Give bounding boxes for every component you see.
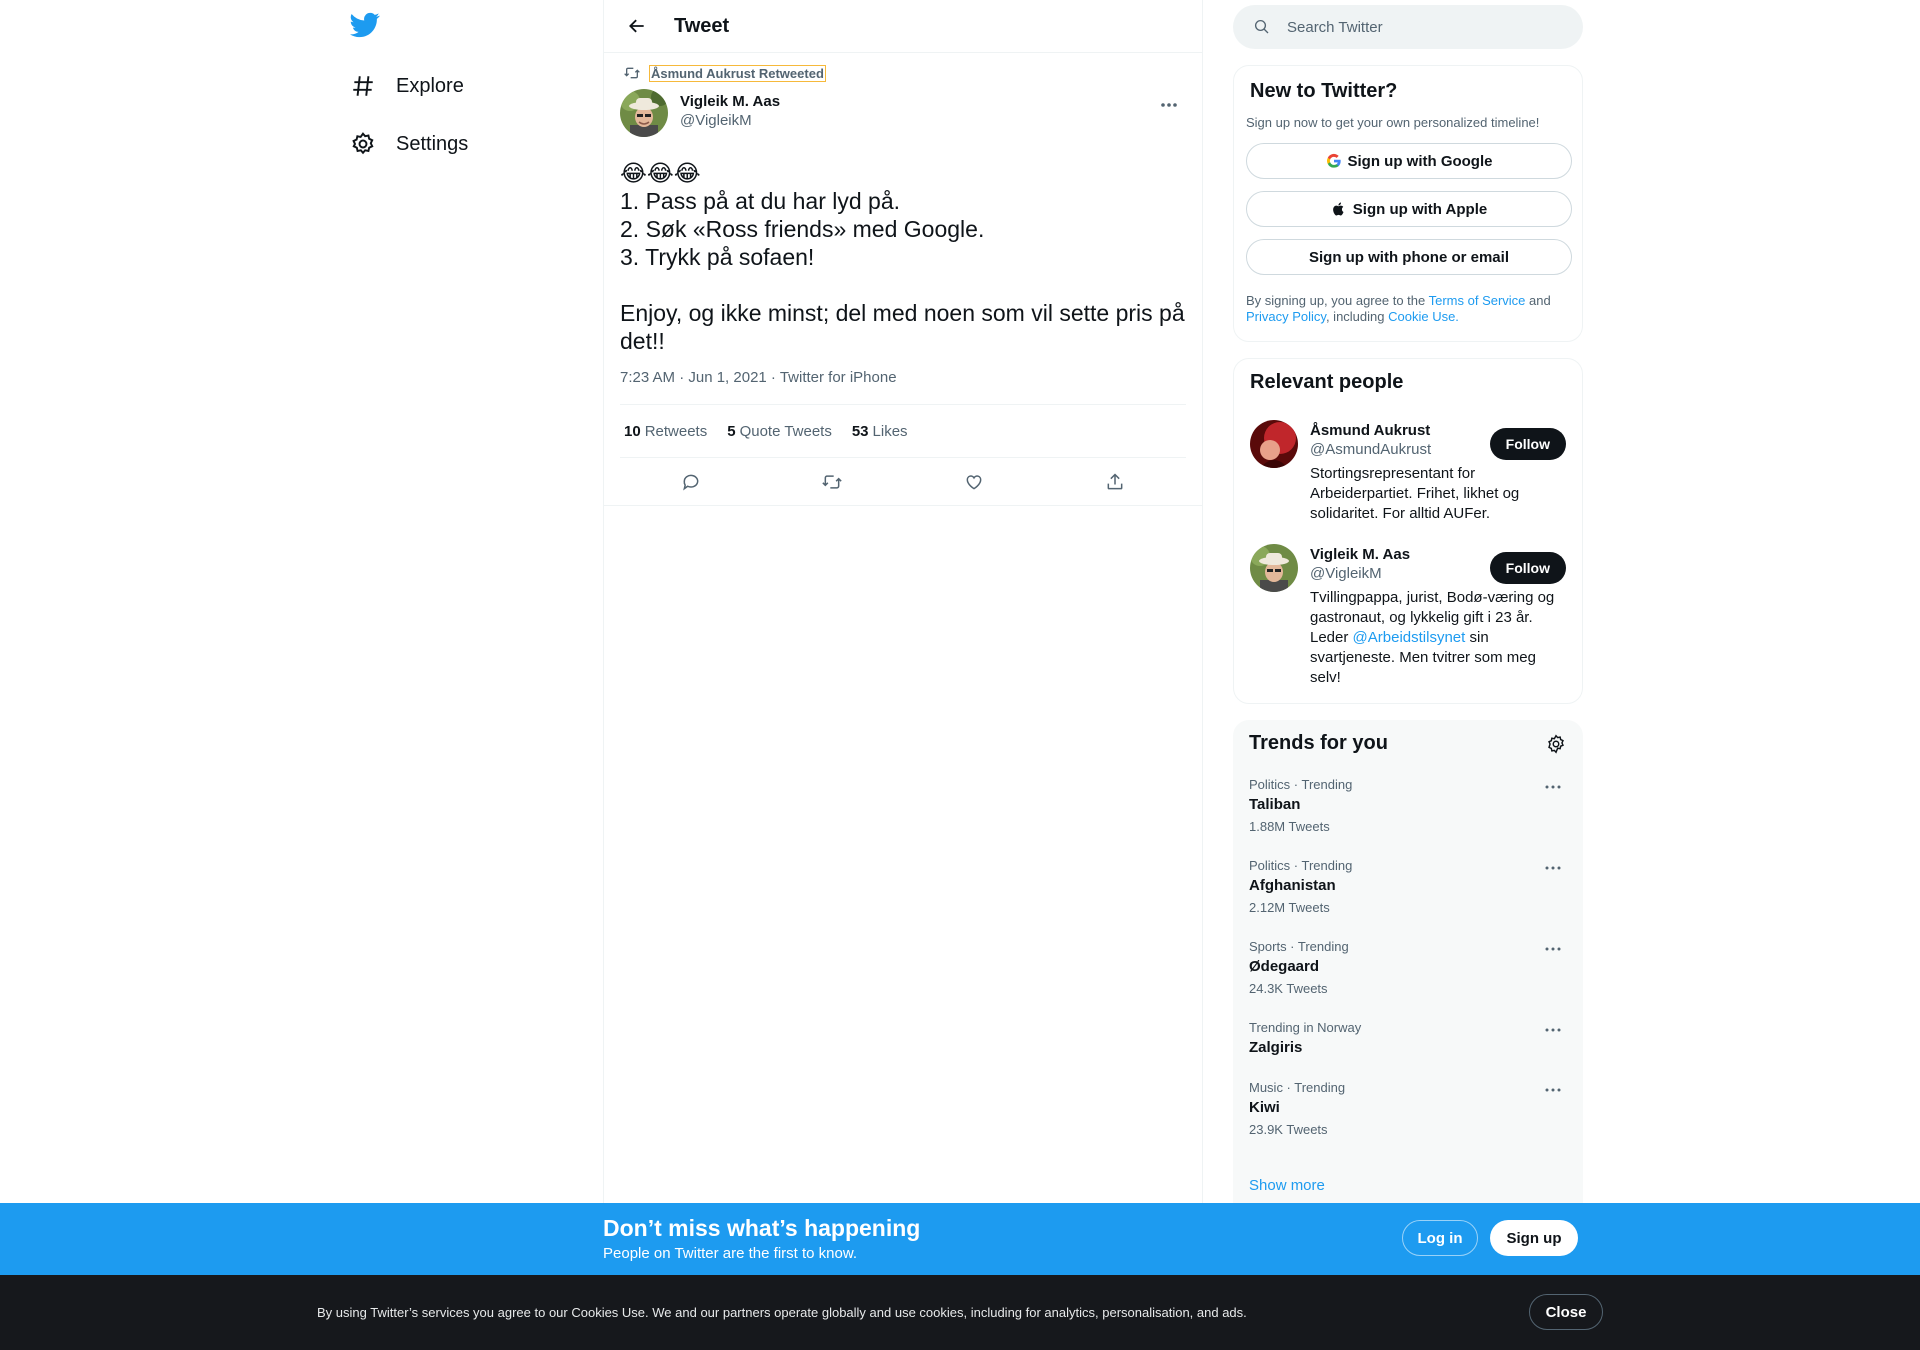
retweet-icon [822, 474, 842, 489]
like-button[interactable] [957, 465, 991, 499]
cookie-use-link[interactable]: Cookie Use. [1388, 309, 1459, 324]
promo-subtitle: People on Twitter are the first to know. [603, 1245, 858, 1262]
legal-notice: By signing up, you agree to the Terms of… [1246, 293, 1551, 324]
person-item[interactable]: Åsmund Aukrust @AsmundAukrust Stortingsr… [1250, 418, 1566, 524]
reply-button[interactable] [674, 465, 708, 499]
tweet-text: 😂😂😂 1. Pass på at du har lyd på. 2. Søk … [620, 160, 1185, 354]
trend-item[interactable]: Politics · Trending Taliban 1.88M Tweets [1249, 777, 1567, 834]
relevant-people-card: Relevant people Åsmund Aukrust @AsmundAu… [1233, 358, 1583, 704]
tweet-actions [604, 458, 1202, 506]
page-header: Tweet [604, 0, 1202, 53]
tweet-timestamp[interactable]: 7:23 AM · Jun 1, 2021 · Twitter for iPho… [620, 369, 1186, 405]
retweeted-by-link[interactable]: Åsmund Aukrust Retweeted [649, 64, 826, 82]
trend-name: Ødegaard [1249, 958, 1320, 975]
login-button[interactable]: Log in [1402, 1220, 1478, 1256]
author-handle[interactable]: @VigleikM [680, 112, 780, 129]
trend-name: Kiwi [1249, 1099, 1280, 1116]
person-item[interactable]: Vigleik M. Aas @VigleikM Tvillingpappa, … [1250, 542, 1566, 688]
retweet-button[interactable] [815, 465, 849, 499]
nav-item-settings[interactable]: Settings [350, 120, 468, 168]
privacy-link[interactable]: Privacy Policy [1246, 309, 1326, 324]
share-icon [1107, 472, 1123, 489]
quote-tweets-count[interactable]: 5 Quote Tweets [727, 423, 832, 440]
trend-item[interactable]: Music · Trending Kiwi 23.9K Tweets [1249, 1080, 1567, 1137]
close-button[interactable]: Close [1529, 1294, 1603, 1330]
tweet-author: Vigleik M. Aas @VigleikM [620, 89, 1186, 139]
nav-item-label: Explore [396, 74, 464, 97]
card-title: Trends for you [1249, 732, 1388, 754]
signup-apple-button[interactable]: Sign up with Apple [1246, 191, 1572, 227]
trend-name: Zalgiris [1249, 1039, 1303, 1056]
likes-count[interactable]: 53 Likes [852, 423, 908, 440]
tweet: Åsmund Aukrust Retweeted Vigleik M. Aas [604, 53, 1202, 506]
mention-link[interactable]: @Arbeidstilsynet [1353, 629, 1466, 646]
tweet-stats: 10 Retweets 5 Quote Tweets 53 Likes [620, 405, 1186, 458]
author-name[interactable]: Vigleik M. Aas [680, 93, 780, 110]
signup-promo-bar: Don’t miss what’s happening People on Tw… [0, 1203, 1920, 1275]
retweet-context: Åsmund Aukrust Retweeted [620, 63, 1186, 83]
signup-phone-email-button[interactable]: Sign up with phone or email [1246, 239, 1572, 275]
person-bio: Tvillingpappa, jurist, Bodø-væring og ga… [1310, 589, 1555, 686]
signup-google-button[interactable]: Sign up with Google [1246, 143, 1572, 179]
search-input[interactable] [1287, 18, 1547, 36]
google-icon [1326, 153, 1341, 168]
reply-icon [682, 474, 699, 490]
card-subtitle: Sign up now to get your own personalized… [1246, 115, 1540, 130]
more-icon[interactable] [1539, 939, 1567, 959]
main-column: Tweet Åsmund Aukrust Retweeted Vigleik M… [603, 0, 1203, 1350]
promo-title: Don’t miss what’s happening [603, 1215, 921, 1241]
page-title: Tweet [674, 14, 730, 37]
person-bio: Stortingsrepresentant for Arbeiderpartie… [1310, 465, 1520, 522]
more-options-button[interactable] [1152, 93, 1186, 117]
nav-item-label: Settings [396, 132, 469, 155]
more-icon[interactable] [1539, 1020, 1567, 1040]
card-title: New to Twitter? [1250, 80, 1398, 102]
retweets-count[interactable]: 10 Retweets [624, 423, 707, 440]
more-icon[interactable] [1539, 1080, 1567, 1100]
trend-item[interactable]: Politics · Trending Afghanistan 2.12M Tw… [1249, 858, 1567, 915]
trend-name: Taliban [1249, 796, 1301, 813]
twitter-bird-icon[interactable] [350, 10, 384, 44]
hashtag-icon [353, 76, 373, 96]
avatar[interactable] [1250, 544, 1298, 592]
nav-item-explore[interactable]: Explore [350, 62, 464, 110]
follow-button[interactable]: Follow [1489, 552, 1566, 584]
apple-icon [1332, 202, 1344, 216]
follow-button[interactable]: Follow [1489, 428, 1566, 460]
back-button[interactable] [620, 9, 654, 43]
gear-icon [352, 132, 374, 155]
cookie-consent-bar: By using Twitter’s services you agree to… [0, 1275, 1920, 1350]
card-title: Relevant people [1250, 371, 1404, 393]
arrow-left-icon [629, 19, 644, 33]
trend-name: Afghanistan [1249, 877, 1336, 894]
trend-item[interactable]: Sports · Trending Ødegaard 24.3K Tweets [1249, 939, 1567, 996]
more-icon[interactable] [1539, 777, 1567, 797]
retweet-icon [624, 67, 640, 79]
cookie-text: By using Twitter’s services you agree to… [317, 1305, 1247, 1320]
more-icon[interactable] [1539, 858, 1567, 878]
terms-link[interactable]: Terms of Service [1429, 293, 1526, 308]
new-to-twitter-card: New to Twitter? Sign up now to get your … [1233, 65, 1583, 342]
gear-icon[interactable] [1545, 733, 1567, 755]
avatar[interactable] [1250, 420, 1298, 468]
search-icon [1254, 19, 1269, 34]
trend-item[interactable]: Trending in Norway Zalgiris [1249, 1020, 1567, 1056]
show-more-link[interactable]: Show more [1249, 1177, 1325, 1194]
search-bar[interactable] [1233, 5, 1583, 49]
more-icon [1161, 103, 1177, 107]
share-button[interactable] [1098, 465, 1132, 499]
signup-button[interactable]: Sign up [1490, 1220, 1578, 1256]
avatar[interactable] [620, 89, 668, 137]
like-icon [966, 474, 982, 490]
